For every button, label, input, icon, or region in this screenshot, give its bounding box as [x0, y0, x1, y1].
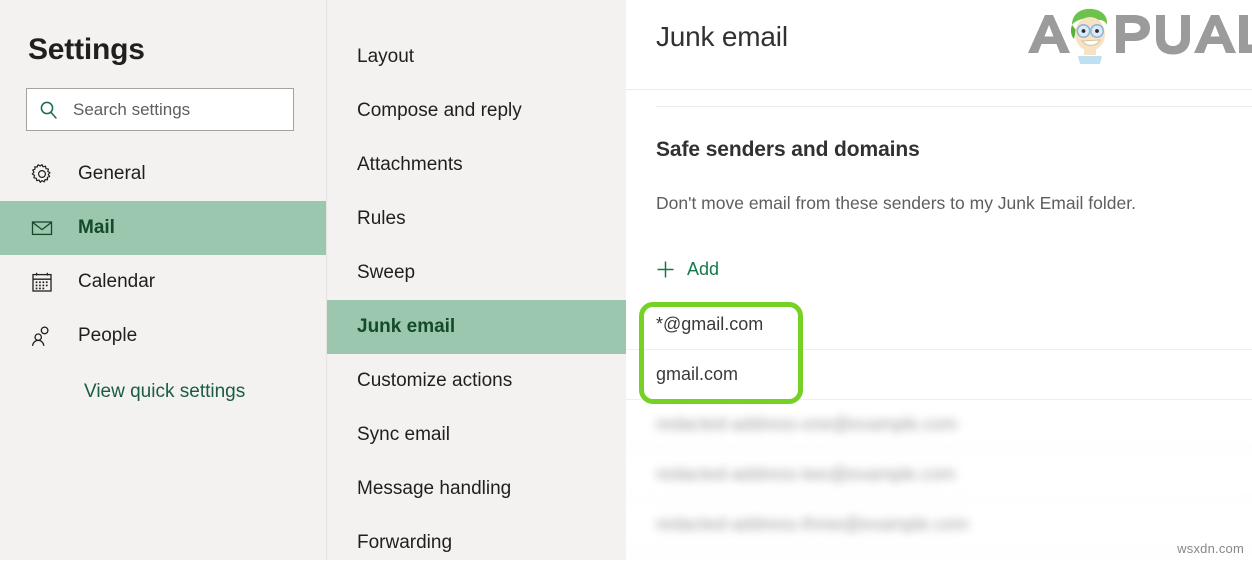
list-item[interactable]: redacted-address-three@example.com: [626, 500, 1252, 550]
subnav-item-sweep[interactable]: Sweep: [327, 246, 626, 300]
watermark: wsxdn.com: [1177, 541, 1244, 556]
view-quick-settings-link[interactable]: View quick settings: [0, 379, 326, 405]
list-item[interactable]: redacted-address-one@example.com: [626, 400, 1252, 450]
plus-icon: [656, 260, 675, 279]
settings-nav-list: General Mail Calendar People: [0, 147, 326, 363]
list-item[interactable]: *@gmail.com: [626, 300, 1252, 350]
gear-icon: [30, 162, 54, 186]
subnav-item-attachments[interactable]: Attachments: [327, 138, 626, 192]
people-icon: [30, 324, 54, 348]
subnav-item-layout[interactable]: Layout: [327, 30, 626, 84]
sidebar-item-label: People: [78, 325, 138, 346]
page-title-settings: Settings: [28, 33, 145, 66]
settings-sidebar: Settings General: [0, 0, 326, 560]
sidebar-item-label: Mail: [78, 217, 115, 238]
appuals-logo: [1020, 6, 1252, 64]
section-heading-safe-senders: Safe senders and domains: [656, 138, 920, 161]
subnav-item-message-handling[interactable]: Message handling: [327, 462, 626, 516]
subnav-item-sync-email[interactable]: Sync email: [327, 408, 626, 462]
envelope-icon: [30, 216, 54, 240]
settings-window: Settings General: [0, 0, 1252, 560]
subnav-item-customize-actions[interactable]: Customize actions: [327, 354, 626, 408]
search-input[interactable]: [73, 99, 281, 120]
subnav-item-rules[interactable]: Rules: [327, 192, 626, 246]
junk-email-content: Junk email Safe senders and domains Don'…: [626, 0, 1252, 560]
header-divider: [656, 106, 1252, 107]
content-header: Junk email: [626, 0, 1252, 90]
list-item[interactable]: gmail.com: [626, 350, 1252, 400]
list-item[interactable]: redacted-address-two@example.com: [626, 450, 1252, 500]
sidebar-item-mail[interactable]: Mail: [0, 201, 326, 255]
subnav-item-compose-and-reply[interactable]: Compose and reply: [327, 84, 626, 138]
subnav-item-forwarding[interactable]: Forwarding: [327, 516, 626, 570]
calendar-icon: [30, 270, 54, 294]
subnav-item-junk-email[interactable]: Junk email: [327, 300, 626, 354]
section-description: Don't move email from these senders to m…: [656, 193, 1136, 213]
search-settings-box[interactable]: [26, 88, 294, 131]
sidebar-item-label: Calendar: [78, 271, 156, 292]
sidebar-item-people[interactable]: People: [0, 309, 326, 363]
sidebar-item-calendar[interactable]: Calendar: [0, 255, 326, 309]
page-title: Junk email: [656, 21, 788, 52]
sidebar-item-general[interactable]: General: [0, 147, 326, 201]
search-icon: [39, 100, 59, 120]
safe-senders-list: *@gmail.com gmail.com redacted-address-o…: [626, 300, 1252, 550]
sidebar-item-label: General: [78, 163, 146, 184]
add-button-label: Add: [687, 258, 720, 279]
mail-settings-nav: Layout Compose and reply Attachments Rul…: [326, 0, 626, 560]
add-button[interactable]: Add: [656, 255, 719, 283]
